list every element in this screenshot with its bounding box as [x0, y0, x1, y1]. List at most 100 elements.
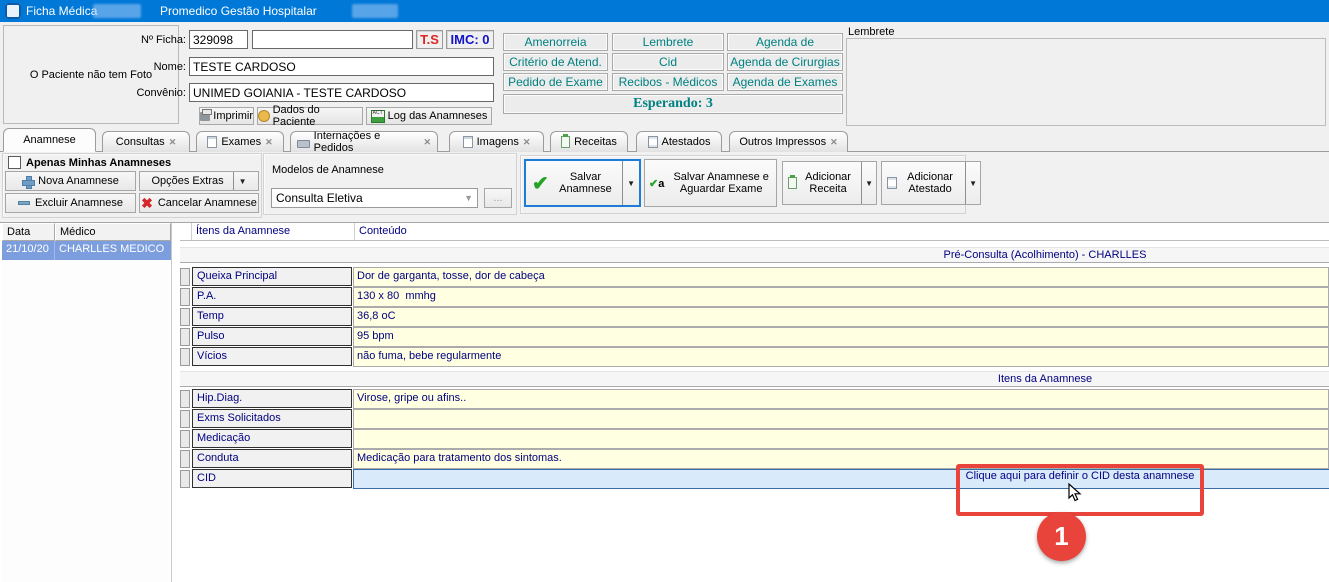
- column-header-medico[interactable]: Médico: [55, 223, 171, 241]
- step-badge: 1: [1037, 512, 1086, 561]
- quick-button-cid[interactable]: Cid: [612, 53, 724, 71]
- delete-anamnese-button[interactable]: Excluir Anamnese: [5, 193, 136, 213]
- only-mine-checkbox[interactable]: [8, 156, 21, 169]
- quick-button-agenda-consultas[interactable]: Agenda de Consultas: [727, 33, 843, 51]
- column-header-conteudo[interactable]: Conteúdo: [355, 223, 1329, 240]
- add-prescription-button[interactable]: Adicionar Receita ▼: [782, 161, 877, 205]
- quick-button-agenda-exames[interactable]: Agenda de Exames: [727, 73, 843, 91]
- waiting-status: Esperando: 3: [503, 94, 843, 114]
- item-label-cid: CID: [192, 469, 352, 488]
- checkmark-icon: ✔: [532, 171, 549, 196]
- quick-button-criterio-atend[interactable]: Critério de Atend.: [503, 53, 608, 71]
- combo-arrow-icon[interactable]: ▼: [464, 193, 473, 203]
- item-value[interactable]: 36,8 oC: [353, 307, 1329, 327]
- item-value[interactable]: Virose, gripe ou afins..: [353, 389, 1329, 409]
- row-indicator: [180, 328, 190, 346]
- patient-data-button[interactable]: Dados do Paciente: [257, 107, 363, 125]
- row-indicator-header: [180, 223, 192, 240]
- tab-exames[interactable]: Exames ✕: [196, 131, 284, 152]
- tab-outros-impressos[interactable]: Outros Impressos ✕: [729, 131, 848, 152]
- patient-data-icon: [258, 110, 270, 122]
- record-number-label: Nº Ficha:: [118, 34, 186, 46]
- model-combobox[interactable]: Consulta Eletiva ▼: [271, 188, 478, 208]
- imc-badge[interactable]: IMC: 0: [446, 30, 494, 49]
- reminder-panel: [846, 38, 1326, 126]
- dropdown-arrow-icon[interactable]: ▼: [233, 172, 247, 190]
- anamnese-list-row-selected[interactable]: 21/10/20 CHARLLES MEDICO: [2, 241, 171, 260]
- add-certificate-button[interactable]: Adicionar Atestado ▼: [881, 161, 981, 205]
- log-icon: ACT: [371, 110, 385, 123]
- dropdown-arrow-icon[interactable]: ▼: [965, 162, 980, 204]
- tab-anamnese[interactable]: Anamnese: [3, 128, 96, 152]
- column-header-itens[interactable]: Ítens da Anamnese: [192, 223, 355, 240]
- item-value[interactable]: [353, 409, 1329, 429]
- models-group-label: Modelos de Anamnese: [272, 164, 384, 176]
- table-row: Temp 36,8 oC: [180, 307, 1329, 327]
- row-indicator: [180, 430, 190, 448]
- table-row: P.A. 130 x 80 mmhg: [180, 287, 1329, 307]
- row-doctor: CHARLLES MEDICO: [55, 241, 171, 260]
- tab-receitas[interactable]: Receitas: [550, 131, 628, 152]
- close-tab-icon[interactable]: ✕: [830, 137, 838, 148]
- record-extra-input[interactable]: [252, 30, 413, 49]
- record-number-input[interactable]: [189, 30, 248, 49]
- close-tab-icon[interactable]: ✕: [523, 137, 531, 148]
- name-input[interactable]: [189, 57, 494, 76]
- delete-anamnese-icon: [18, 201, 30, 205]
- row-indicator: [180, 450, 190, 468]
- table-row: Exms Solicitados: [180, 409, 1329, 429]
- anamnese-toolbar: Apenas Minhas Anamneses Nova Anamnese Op…: [0, 152, 1329, 222]
- table-row: Hip.Diag. Virose, gripe ou afins..: [180, 389, 1329, 409]
- quick-button-recibos-medicos[interactable]: Recibos - Médicos: [612, 73, 724, 91]
- cancel-anamnese-button[interactable]: ✖ Cancelar Anamnese: [139, 193, 259, 213]
- close-tab-icon[interactable]: ✕: [169, 137, 177, 148]
- item-label: Pulso: [192, 327, 352, 346]
- item-value[interactable]: 130 x 80 mmhg: [353, 287, 1329, 307]
- ts-badge[interactable]: T.S: [416, 30, 443, 49]
- dropdown-arrow-icon[interactable]: ▼: [861, 162, 876, 204]
- quick-button-lembrete[interactable]: Lembrete: [612, 33, 724, 51]
- new-anamnese-button[interactable]: Nova Anamnese: [5, 171, 136, 191]
- item-value[interactable]: não fuma, bebe regularmente: [353, 347, 1329, 367]
- item-value[interactable]: 95 bpm: [353, 327, 1329, 347]
- printer-tab-icon: [297, 140, 310, 148]
- cursor-icon: [1068, 483, 1084, 503]
- new-anamnese-icon: [22, 176, 33, 187]
- quick-button-amenorreia[interactable]: Amenorreia: [503, 33, 608, 51]
- save-and-wait-exam-button[interactable]: ✔a Salvar Anamnese e Aguardar Exame: [644, 159, 777, 207]
- close-tab-icon[interactable]: ✕: [423, 137, 431, 148]
- prescription-bottle-icon: [561, 136, 570, 148]
- item-value[interactable]: [353, 429, 1329, 449]
- tab-consultas[interactable]: Consultas ✕: [102, 131, 190, 152]
- extras-button[interactable]: Opções Extras ▼: [139, 171, 259, 191]
- dropdown-arrow-icon[interactable]: ▼: [622, 161, 639, 205]
- row-indicator: [180, 470, 190, 488]
- print-button[interactable]: Imprimir: [199, 107, 254, 125]
- column-header-data[interactable]: Data: [2, 223, 55, 241]
- insurance-input[interactable]: [189, 83, 494, 102]
- log-anamneses-button[interactable]: ACT Log das Anamneses: [366, 107, 492, 125]
- row-date: 21/10/20: [2, 241, 55, 260]
- name-label: Nome:: [118, 61, 186, 73]
- quick-button-pedido-exame[interactable]: Pedido de Exame: [503, 73, 608, 91]
- certificate-icon: [887, 177, 897, 189]
- item-label: Vícios: [192, 347, 352, 366]
- quick-button-agenda-cirurgias[interactable]: Agenda de Cirurgias: [727, 53, 843, 71]
- tab-imagens[interactable]: Imagens ✕: [449, 131, 544, 152]
- anamnese-list: Data Médico 21/10/20 CHARLLES MEDICO: [2, 223, 172, 582]
- row-indicator: [180, 308, 190, 326]
- close-tab-icon[interactable]: ✕: [265, 137, 273, 148]
- row-indicator: [180, 390, 190, 408]
- item-label: Temp: [192, 307, 352, 326]
- redacted-text: [352, 4, 398, 18]
- table-row: Pulso 95 bpm: [180, 327, 1329, 347]
- item-value[interactable]: Dor de garganta, tosse, dor de cabeça: [353, 267, 1329, 287]
- save-anamnese-button[interactable]: ✔ Salvar Anamnese ▼: [524, 159, 641, 207]
- browse-models-button[interactable]: ...: [484, 188, 512, 208]
- anamnese-items-table: Ítens da Anamnese Conteúdo Pré-Consulta …: [180, 223, 1329, 582]
- item-label: Conduta: [192, 449, 352, 468]
- tab-atestados[interactable]: Atestados: [636, 131, 722, 152]
- tab-internacoes-pedidos[interactable]: Internações e Pedidos ✕: [290, 131, 438, 152]
- cid-callout-text[interactable]: Clique aqui para definir o CID desta ana…: [960, 470, 1200, 482]
- prescription-bottle-icon: [788, 177, 797, 189]
